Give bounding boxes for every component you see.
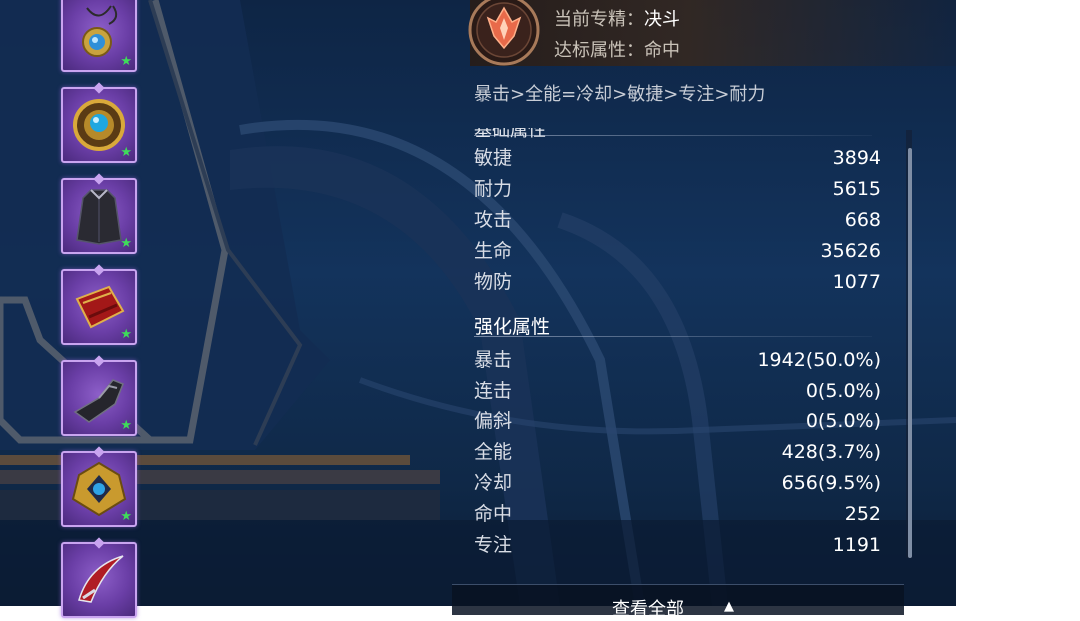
stat-name: 连击 [474, 380, 513, 402]
view-all-label: 查看全部 [612, 599, 684, 620]
stat-name: 命中 [474, 503, 513, 525]
stat-row-attack: 攻击 668 [474, 207, 881, 233]
stat-value: 656(9.5%) [781, 472, 881, 494]
stats-panel[interactable]: 基础属性 敏捷 3894 耐力 5615 攻击 668 生命 35626 物防 … [462, 128, 914, 560]
stat-name: 全能 [474, 441, 513, 463]
star-icon: ★ [120, 145, 132, 160]
stat-value: 1942(50.0%) [757, 349, 881, 371]
equipment-slot-bracer[interactable]: ★ [61, 264, 137, 345]
view-all-button[interactable]: 查看全部 ▲ [452, 584, 904, 620]
stat-name: 攻击 [474, 209, 513, 231]
stat-value: 668 [844, 209, 881, 231]
stat-row-health: 生命 35626 [474, 238, 881, 264]
stat-row-agility: 敏捷 3894 [474, 145, 881, 171]
stat-value: 0(5.0%) [805, 410, 881, 432]
stat-name: 敏捷 [474, 147, 513, 169]
stat-priority-text: 暴击>全能=冷却>敏捷>专注>耐力 [474, 84, 766, 105]
target-attribute-value: 命中 [644, 40, 680, 61]
current-spec-value: 决斗 [644, 9, 680, 30]
stat-value: 35626 [820, 240, 881, 262]
stat-value: 428(3.7%) [781, 441, 881, 463]
stat-value: 1191 [832, 534, 881, 556]
stat-name: 偏斜 [474, 410, 513, 432]
section-divider [474, 135, 872, 136]
stat-row-crit: 暴击 1942(50.0%) [474, 347, 881, 373]
stat-name: 专注 [474, 534, 513, 556]
up-arrow-icon: ▲ [724, 599, 734, 614]
stat-row-combo: 连击 0(5.0%) [474, 378, 881, 404]
stat-name: 耐力 [474, 178, 513, 200]
stat-name: 生命 [474, 240, 513, 262]
star-icon: ★ [120, 418, 132, 433]
current-spec-row: 当前专精：决斗 [554, 5, 680, 31]
stat-name: 暴击 [474, 349, 513, 371]
stat-value: 3894 [832, 147, 881, 169]
stat-row-physical-defense: 物防 1077 [474, 269, 881, 295]
stat-row-stamina: 耐力 5615 [474, 176, 881, 202]
target-attribute-label: 达标属性： [554, 40, 644, 61]
stat-name: 冷却 [474, 472, 513, 494]
stat-row-cooldown: 冷却 656(9.5%) [474, 470, 881, 496]
target-attribute-row: 达标属性：命中 [554, 36, 680, 62]
star-icon: ★ [120, 54, 132, 69]
equipment-slot-ring[interactable]: ★ [61, 82, 137, 163]
spec-banner [470, 0, 956, 66]
stat-value: 5615 [832, 178, 881, 200]
equipment-slot-blade[interactable] [61, 537, 137, 618]
stat-value: 252 [844, 503, 881, 525]
crimson-blade-icon [78, 555, 124, 603]
star-icon: ★ [120, 327, 132, 342]
equipment-slot-gauntlet[interactable]: ★ [61, 355, 137, 436]
stat-row-deflect: 偏斜 0(5.0%) [474, 408, 881, 434]
current-spec-label: 当前专精： [554, 9, 644, 30]
equipment-slot-cloak[interactable]: ★ [61, 173, 137, 254]
enhanced-section-title: 强化属性 [474, 316, 551, 338]
equipment-slot-necklace[interactable]: ★ [61, 0, 137, 72]
stat-value: 0(5.0%) [805, 380, 881, 402]
star-icon: ★ [120, 236, 132, 251]
stat-row-focus: 专注 1191 [474, 532, 881, 558]
duel-spec-emblem-icon[interactable] [468, 0, 540, 68]
stats-scrollbar-thumb[interactable] [908, 148, 912, 558]
stat-row-versatility: 全能 428(3.7%) [474, 439, 881, 465]
stat-name: 物防 [474, 271, 513, 293]
stat-row-hit: 命中 252 [474, 501, 881, 527]
section-divider [474, 336, 872, 337]
stat-value: 1077 [832, 271, 881, 293]
equipment-slot-belt[interactable]: ★ [61, 446, 137, 527]
star-icon: ★ [120, 509, 132, 524]
